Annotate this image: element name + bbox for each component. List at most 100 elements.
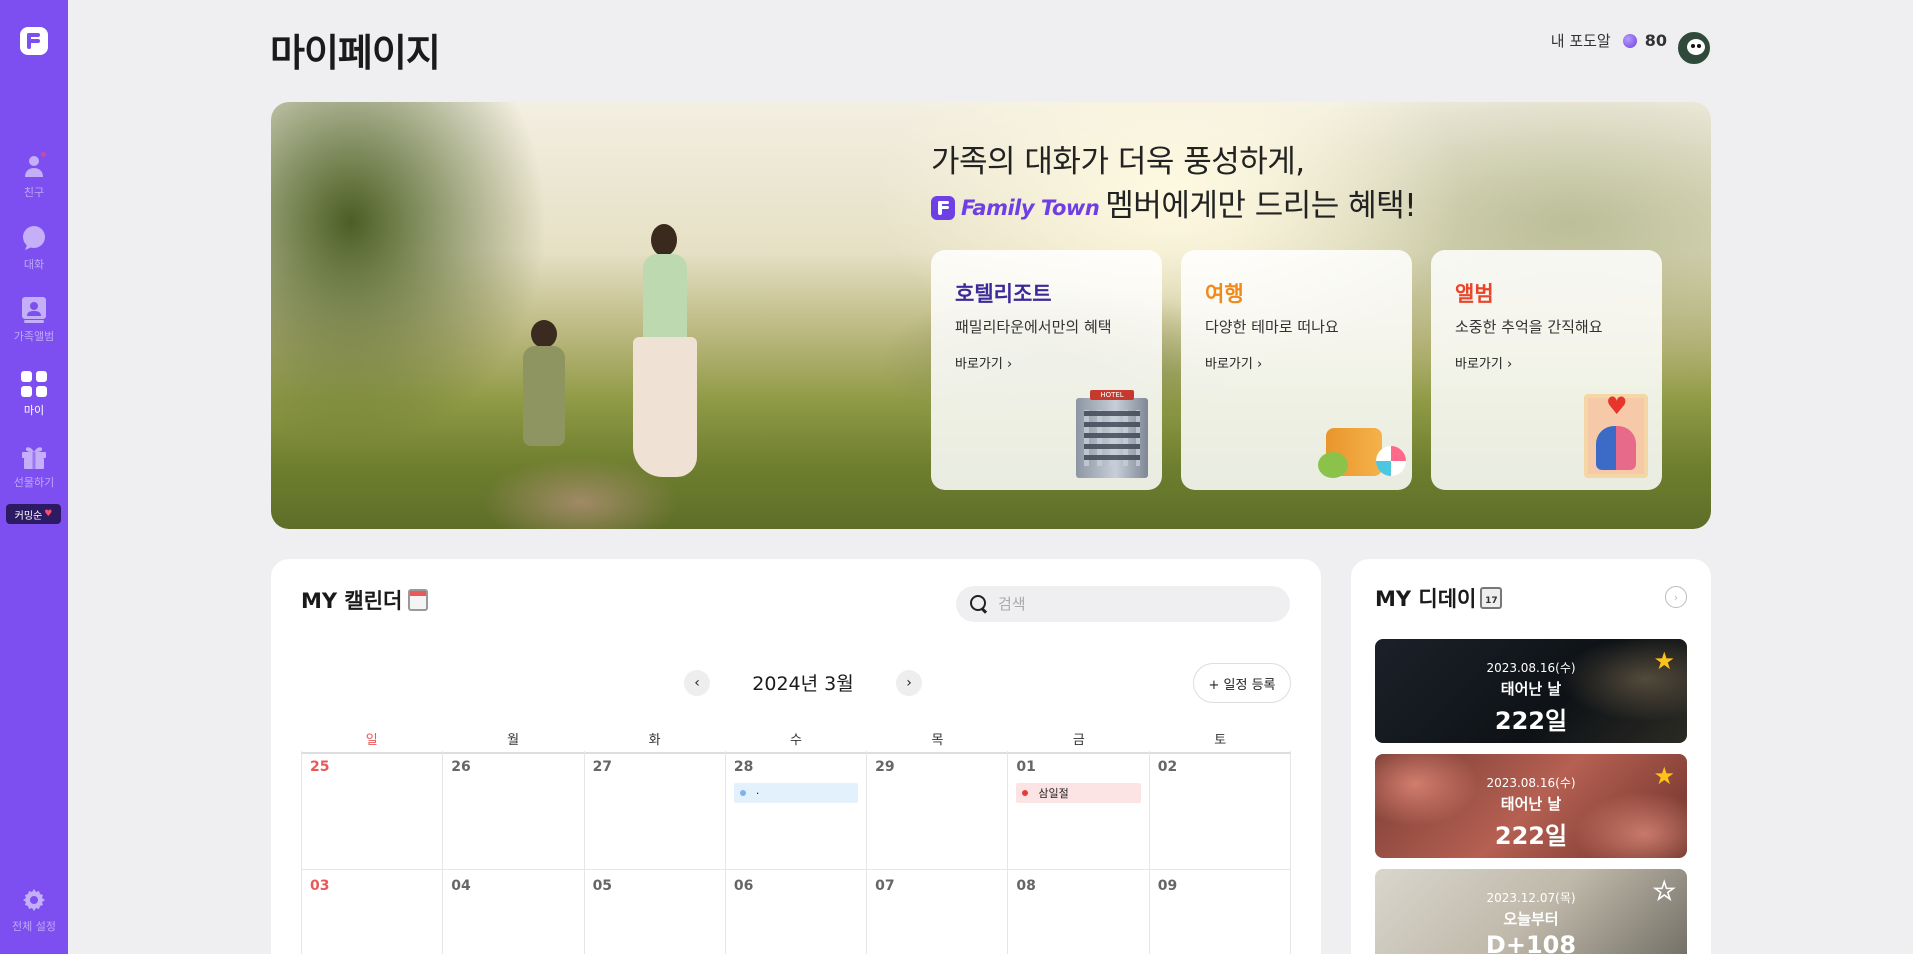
avatar[interactable]	[1676, 30, 1712, 66]
event-dot	[1022, 790, 1029, 796]
shortcut-link[interactable]: 바로가기 ›	[1205, 353, 1388, 372]
suitcase-icon	[1318, 418, 1406, 478]
weekday-label: 일	[365, 733, 378, 748]
banner-line2: 멤버에게만 드리는 혜택!	[1105, 188, 1417, 224]
weekday-label: 수	[790, 733, 802, 748]
calendar-day[interactable]: 08	[1008, 870, 1150, 954]
dday-item[interactable]: ★ 2023.08.16(수) 태어난 날 222일	[1375, 639, 1687, 743]
calendar-day[interactable]: 27	[584, 751, 726, 870]
chevron-right-icon: ›	[1006, 357, 1013, 372]
sidebar-item-my[interactable]: 마이	[0, 370, 68, 418]
more-arrow-icon[interactable]: ›	[1665, 586, 1687, 608]
sidebar-item-friends[interactable]: 친구	[0, 152, 68, 200]
dday-item[interactable]: ★ 2023.12.07(목) 오늘부터 D+108	[1375, 869, 1687, 954]
calendar-day[interactable]: 06	[726, 870, 868, 954]
calendar-card: MY 캘린더 ‹ 2024년 3월 › + 일정 등록 일 월 화 수 목 금 …	[271, 559, 1321, 954]
grape-count: 80	[1644, 31, 1667, 50]
calendar-day[interactable]: 04	[443, 870, 585, 954]
sidebar-item-gift[interactable]: 선물하기	[0, 442, 68, 490]
event-dot	[739, 790, 746, 796]
chevron-right-icon: ›	[1506, 357, 1513, 372]
gear-icon	[20, 886, 48, 914]
benefit-title: 앨범	[1455, 282, 1494, 306]
dday-item[interactable]: ★ 2023.08.16(수) 태어난 날 222일	[1375, 754, 1687, 858]
benefit-card-album[interactable]: 앨범 소중한 추억을 간직해요 바로가기 ›	[1431, 250, 1662, 490]
sidebar: 친구 대화 가족앨범 마이 선물하기 커밍순 ♥ 전체 설정	[0, 0, 68, 954]
grape-label: 내 포도알	[1550, 32, 1611, 50]
dday-count: D+108	[1485, 931, 1577, 954]
dday-name: 태어난 날	[1500, 680, 1562, 698]
calendar-day[interactable]: 28 ·	[725, 751, 868, 870]
month-navigator: ‹ 2024년 3월 ›	[684, 669, 922, 696]
family-town-logo: Family Town	[931, 186, 1100, 230]
notification-dot	[41, 152, 46, 157]
add-schedule-button[interactable]: + 일정 등록	[1193, 663, 1291, 703]
prev-month-button[interactable]: ‹	[684, 669, 710, 696]
shortcut-link[interactable]: 바로가기 ›	[955, 353, 1138, 372]
next-month-button[interactable]: ›	[896, 669, 922, 696]
calendar-event[interactable]: 삼일절	[1016, 783, 1141, 803]
photo-frame-icon	[1584, 392, 1648, 478]
grid-icon	[20, 370, 48, 398]
calendar-day[interactable]: 02	[1149, 751, 1291, 870]
banner-line1: 가족의 대화가 더욱 풍성하게,	[931, 144, 1305, 180]
sidebar-item-family-album[interactable]: 가족앨범	[0, 296, 68, 344]
hotel-icon: HOTEL	[1076, 390, 1148, 478]
benefit-card-hotel[interactable]: 호텔리조트 패밀리타운에서만의 혜택 바로가기 › HOTEL	[931, 250, 1162, 490]
banner-mother	[651, 224, 677, 256]
sidebar-item-label: 가족앨범	[13, 330, 55, 343]
calendar-day[interactable]: 07	[867, 870, 1009, 954]
weekday-label: 금	[1072, 733, 1085, 748]
calendar-day[interactable]: 26	[443, 751, 585, 870]
app-logo[interactable]	[20, 27, 48, 55]
benefit-card-travel[interactable]: 여행 다양한 테마로 떠나요 바로가기 ›	[1181, 250, 1412, 490]
sidebar-item-settings[interactable]: 전체 설정	[0, 886, 68, 934]
benefit-desc: 패밀리타운에서만의 혜택	[955, 318, 1112, 336]
star-filled-icon[interactable]: ★	[1653, 647, 1675, 675]
benefit-title: 호텔리조트	[955, 282, 1052, 306]
grape-balance[interactable]: 내 포도알 80	[1551, 30, 1667, 51]
family-album-icon	[20, 296, 48, 324]
heart-icon: ♥	[44, 509, 53, 519]
sidebar-item-label: 전체 설정	[12, 920, 56, 933]
dday-card: MY 디데이 17 › ★ 2023.08.16(수) 태어난 날 222일 ★ …	[1351, 559, 1711, 954]
person-icon	[20, 152, 48, 180]
star-filled-icon[interactable]: ★	[1653, 762, 1675, 790]
panda-face-icon	[1687, 39, 1705, 55]
shortcut-link[interactable]: 바로가기 ›	[1455, 353, 1638, 372]
star-outline-icon[interactable]: ★	[1653, 876, 1676, 906]
weekday-label: 화	[648, 733, 661, 748]
search-box[interactable]	[956, 586, 1290, 622]
gift-icon	[20, 442, 48, 470]
calendar-day[interactable]: 03	[302, 870, 444, 954]
calendar-grid: 25 26 27 28 · 29 01 삼일절 02 03 04 05 06 0…	[301, 751, 1291, 954]
calendar-day[interactable]: 29	[867, 751, 1009, 870]
promo-banner: 가족의 대화가 더욱 풍성하게, Family Town 멤버에게만 드리는 혜택…	[271, 102, 1711, 529]
benefit-desc: 소중한 추억을 간직해요	[1455, 318, 1603, 336]
dday-name: 오늘부터	[1503, 910, 1559, 928]
banner-child	[531, 320, 557, 348]
calendar-day[interactable]: 05	[585, 870, 726, 954]
dday-count: 222일	[1494, 707, 1568, 735]
dday-name: 태어난 날	[1500, 795, 1562, 813]
coming-soon-badge: 커밍순 ♥	[6, 504, 61, 524]
sidebar-item-chat[interactable]: 대화	[0, 224, 68, 272]
benefit-desc: 다양한 테마로 떠나요	[1205, 318, 1339, 336]
dday-count: 222일	[1494, 822, 1568, 850]
brand-mark-icon	[931, 195, 955, 220]
dday-date: 2023.12.07(목)	[1486, 891, 1576, 905]
calendar-day[interactable]: 25	[302, 751, 444, 870]
sidebar-item-label: 친구	[23, 186, 45, 199]
search-input[interactable]	[998, 595, 1268, 613]
weekday-label: 토	[1214, 733, 1227, 748]
calendar-day[interactable]: 09	[1150, 870, 1291, 954]
calendar-day[interactable]: 01 삼일절	[1008, 751, 1150, 870]
grape-icon	[1622, 33, 1637, 48]
search-icon	[970, 595, 988, 613]
dday-date: 2023.08.16(수)	[1486, 776, 1576, 790]
calendar-icon	[408, 589, 429, 611]
weekday-label: 목	[931, 733, 944, 748]
dday-date: 2023.08.16(수)	[1486, 661, 1576, 675]
sidebar-item-label: 대화	[23, 258, 45, 271]
calendar-event[interactable]: ·	[733, 783, 859, 803]
